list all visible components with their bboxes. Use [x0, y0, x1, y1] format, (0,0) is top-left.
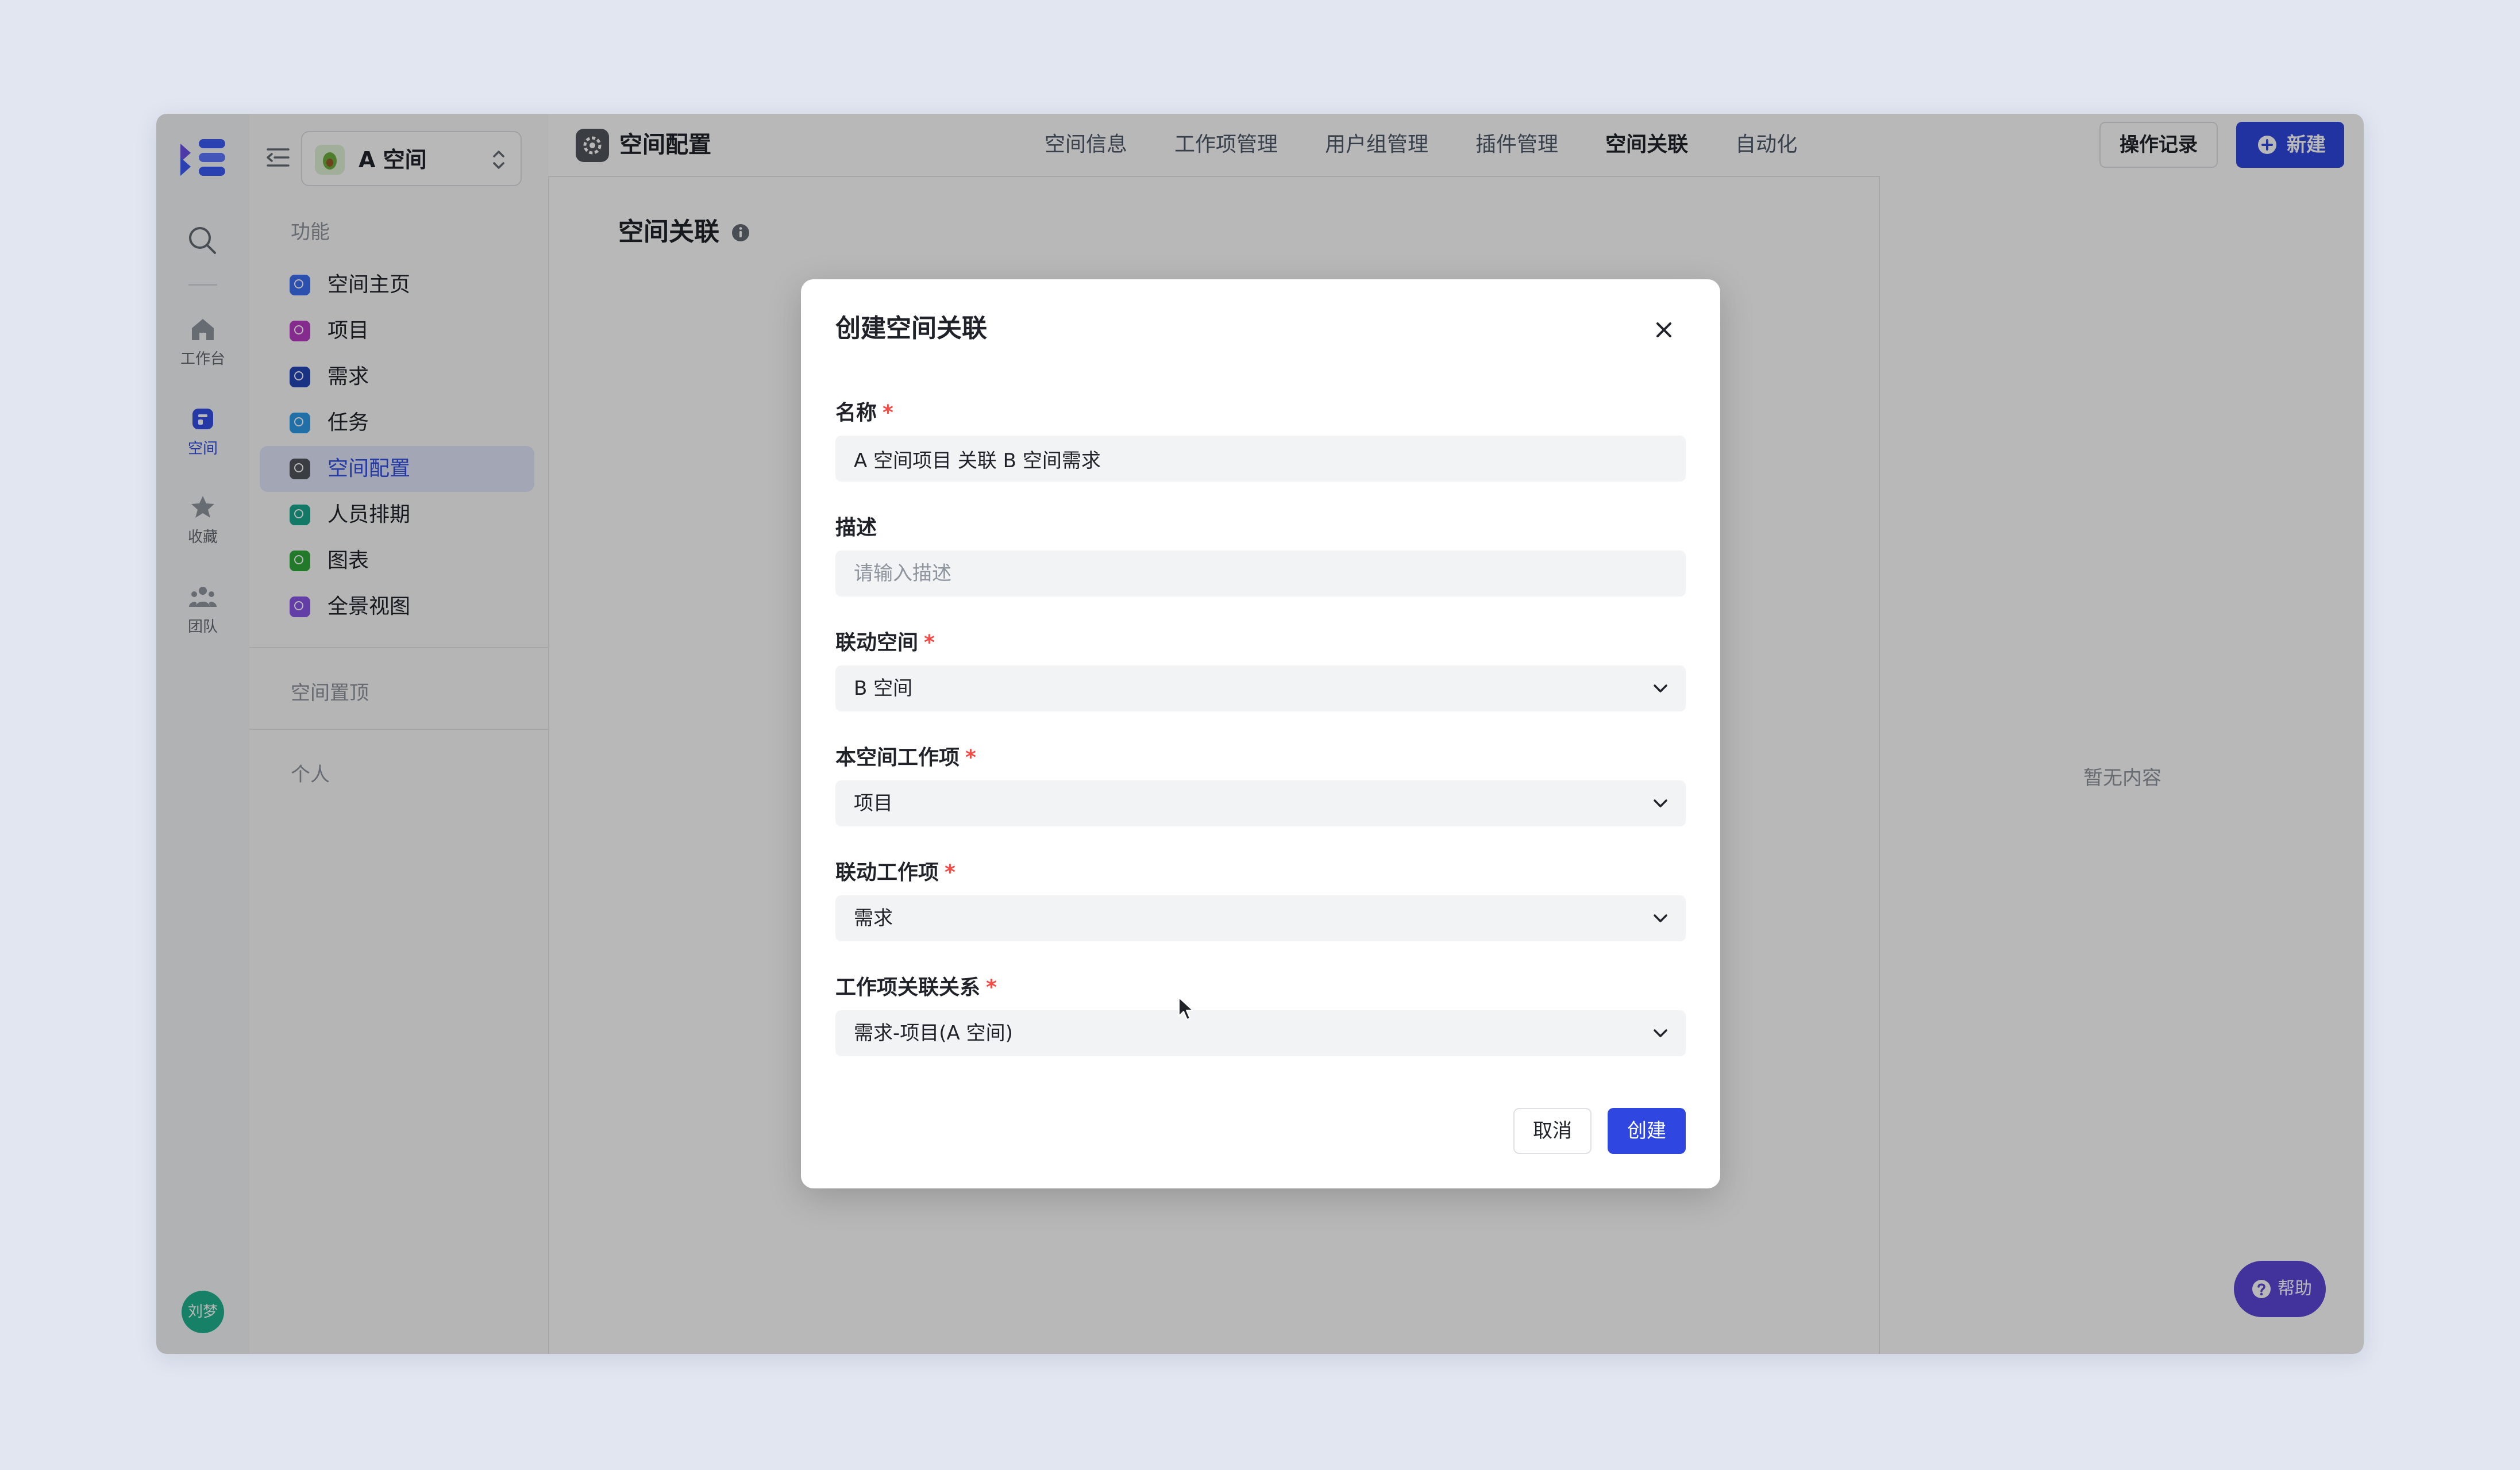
linked-space-field-label: 联动空间 * — [835, 631, 935, 655]
own-work-item-select[interactable]: 项目 — [835, 780, 1686, 826]
create-button[interactable]: 创建 — [1608, 1108, 1686, 1154]
chevron-down-icon — [1654, 799, 1667, 807]
cancel-button[interactable]: 取消 — [1513, 1108, 1592, 1154]
chevron-down-icon — [1654, 1029, 1667, 1037]
create-space-association-dialog: 创建空间关联 名称* 描述 联动空间* B 空间 本空间工作项* 项目 联动工作… — [801, 279, 1720, 1188]
name-input[interactable] — [835, 436, 1686, 482]
selected-value: 项目 — [854, 792, 893, 815]
relation-field-label: 工作项关联关系 * — [835, 976, 997, 999]
linked-space-select[interactable]: B 空间 — [835, 665, 1686, 711]
linked-work-item-select[interactable]: 需求 — [835, 895, 1686, 941]
required-mark: * — [986, 976, 997, 999]
selected-value: B 空间 — [854, 677, 913, 700]
name-field-label: 名称 * — [835, 401, 893, 425]
required-mark: * — [924, 631, 935, 655]
chevron-down-icon — [1654, 914, 1667, 922]
linked-work-item-field-label: 联动工作项 * — [835, 861, 955, 884]
required-mark: * — [883, 401, 893, 425]
required-mark: * — [965, 746, 976, 769]
selected-value: 需求-项目(A 空间) — [854, 1022, 1013, 1045]
close-icon[interactable] — [1652, 318, 1675, 341]
description-field-label: 描述 — [835, 516, 877, 540]
required-mark: * — [945, 861, 955, 884]
dialog-title: 创建空间关联 — [835, 314, 987, 343]
mouse-cursor-icon — [1178, 997, 1193, 1020]
chevron-down-icon — [1654, 684, 1667, 692]
description-input[interactable] — [835, 551, 1686, 597]
selected-value: 需求 — [854, 907, 893, 930]
own-work-item-field-label: 本空间工作项 * — [835, 746, 976, 769]
relation-select[interactable]: 需求-项目(A 空间) — [835, 1010, 1686, 1056]
